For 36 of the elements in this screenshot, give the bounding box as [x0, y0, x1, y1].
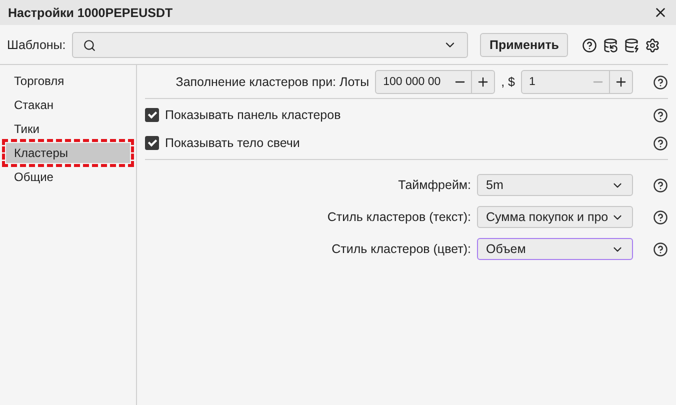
sidebar-item[interactable]: Кластеры: [6, 143, 130, 163]
sidebar-item[interactable]: Общие: [6, 167, 130, 187]
select-label: Стиль кластеров (текст):: [327, 210, 471, 224]
usd-field[interactable]: 1: [521, 70, 633, 94]
select-field[interactable]: Объем: [477, 238, 633, 260]
templates-label: Шаблоны:: [7, 38, 66, 52]
help-icon[interactable]: [582, 38, 597, 52]
checkbox-label: Показывать панель кластеров: [165, 108, 341, 122]
database-export-icon[interactable]: [624, 38, 639, 52]
checkbox-label: Показывать тело свечи: [165, 136, 300, 150]
database-import-icon[interactable]: [603, 38, 618, 52]
help-icon[interactable]: [653, 178, 668, 192]
settings-icon[interactable]: [645, 38, 660, 52]
close-icon[interactable]: [653, 5, 668, 20]
sidebar-item[interactable]: Стакан: [6, 95, 130, 115]
help-icon[interactable]: [653, 242, 668, 256]
plus-icon[interactable]: [476, 75, 490, 89]
search-icon: [82, 38, 96, 52]
help-icon[interactable]: [653, 108, 668, 122]
help-icon[interactable]: [653, 74, 668, 90]
select-field[interactable]: 5m: [477, 174, 633, 196]
plus-icon[interactable]: [614, 75, 628, 89]
fill-label: Заполнение кластеров при: Лоты: [176, 75, 370, 89]
help-icon[interactable]: [653, 210, 668, 224]
help-icon[interactable]: [653, 136, 668, 150]
sidebar-item[interactable]: Торговля: [6, 71, 130, 91]
apply-button[interactable]: Применить: [480, 33, 568, 57]
select-label: Стиль кластеров (цвет):: [332, 242, 471, 256]
select-label: Таймфрейм:: [398, 178, 471, 192]
checkbox[interactable]: [145, 108, 159, 122]
window-title: Настройки 1000PEPEUSDT: [8, 6, 173, 20]
sidebar-item[interactable]: Тики: [6, 119, 130, 139]
usd-label: , $: [501, 75, 515, 89]
lots-field[interactable]: 100 000 00: [375, 70, 496, 94]
select-field[interactable]: Сумма покупок и про: [477, 206, 633, 228]
checkbox[interactable]: [145, 136, 159, 150]
